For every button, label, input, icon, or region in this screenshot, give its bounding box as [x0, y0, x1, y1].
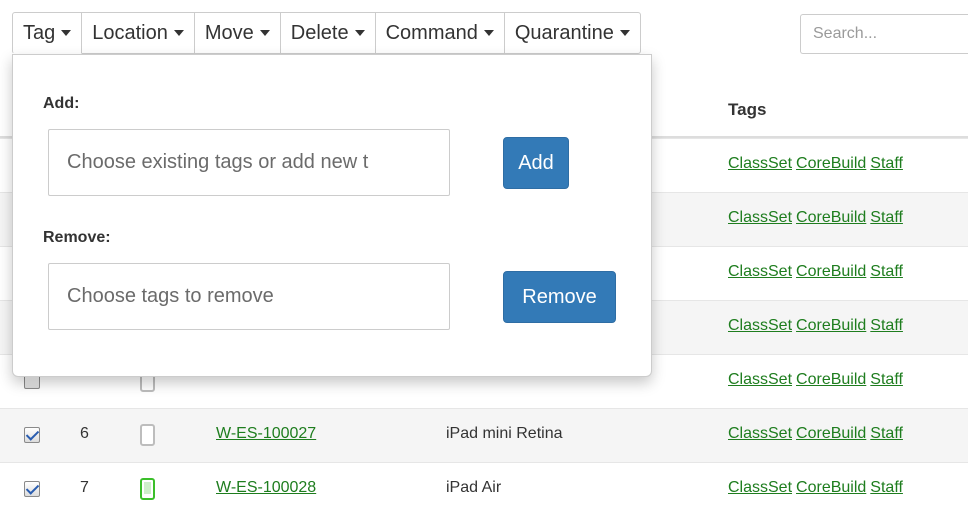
row-tags: ClassSet CoreBuild Staff: [728, 155, 907, 173]
tag-link[interactable]: ClassSet: [728, 155, 792, 172]
device-model: iPad mini Retina: [446, 425, 563, 442]
caret-down-icon: [61, 30, 72, 36]
row-tags: ClassSet CoreBuild Staff: [728, 479, 907, 497]
command-dropdown-label: Command: [385, 21, 478, 44]
move-dropdown-label: Move: [204, 21, 254, 44]
row-number: 6: [80, 425, 89, 442]
tag-link[interactable]: CoreBuild: [796, 263, 866, 280]
location-dropdown-label: Location: [92, 21, 168, 44]
tag-link[interactable]: ClassSet: [728, 371, 792, 388]
table-row: 6 W-ES-100027 iPad mini Retina ClassSet C…: [0, 408, 968, 462]
tag-link[interactable]: ClassSet: [728, 209, 792, 226]
tag-link[interactable]: Staff: [870, 371, 903, 388]
table-row: 7 W-ES-100028 iPad Air ClassSet CoreBuild…: [0, 462, 968, 516]
caret-down-icon: [483, 30, 494, 36]
caret-down-icon: [173, 30, 184, 36]
caret-down-icon: [619, 30, 630, 36]
location-dropdown-button[interactable]: Location: [82, 12, 195, 54]
command-dropdown-button[interactable]: Command: [375, 12, 505, 54]
tag-link[interactable]: CoreBuild: [796, 371, 866, 388]
tag-link[interactable]: Staff: [870, 263, 903, 280]
remove-button[interactable]: Remove: [503, 271, 616, 323]
add-tags-input[interactable]: [48, 129, 450, 196]
tablet-online-icon: [140, 478, 155, 500]
row-checkbox[interactable]: [24, 481, 40, 497]
delete-dropdown-label: Delete: [290, 21, 349, 44]
quarantine-dropdown-label: Quarantine: [514, 21, 614, 44]
tag-link[interactable]: Staff: [870, 425, 903, 442]
row-number: 7: [80, 479, 89, 496]
search-input[interactable]: [800, 14, 968, 54]
caret-down-icon: [259, 30, 270, 36]
tag-link[interactable]: Staff: [870, 317, 903, 334]
delete-dropdown-button[interactable]: Delete: [280, 12, 376, 54]
row-tags: ClassSet CoreBuild Staff: [728, 263, 907, 281]
tag-link[interactable]: ClassSet: [728, 425, 792, 442]
row-checkbox[interactable]: [24, 427, 40, 443]
tag-link[interactable]: CoreBuild: [796, 209, 866, 226]
quarantine-dropdown-button[interactable]: Quarantine: [504, 12, 641, 54]
tag-link[interactable]: Staff: [870, 155, 903, 172]
device-model: iPad Air: [446, 479, 502, 496]
row-tags: ClassSet CoreBuild Staff: [728, 371, 907, 389]
tag-dropdown-label: Tag: [23, 21, 56, 44]
tag-link[interactable]: CoreBuild: [796, 155, 866, 172]
tag-link[interactable]: Staff: [870, 209, 903, 226]
tags-column-header: Tags: [728, 100, 767, 119]
row-tags: ClassSet CoreBuild Staff: [728, 425, 907, 443]
tag-link[interactable]: ClassSet: [728, 317, 792, 334]
tag-link[interactable]: CoreBuild: [796, 317, 866, 334]
remove-label: Remove:: [43, 229, 111, 246]
tag-link[interactable]: ClassSet: [728, 263, 792, 280]
bulk-action-toolbar: Tag Location Move Delete Command Quarant…: [12, 12, 641, 54]
tag-link[interactable]: CoreBuild: [796, 425, 866, 442]
asset-tag-link[interactable]: W-ES-100027: [216, 425, 316, 443]
row-tags: ClassSet CoreBuild Staff: [728, 209, 907, 227]
add-button[interactable]: Add: [503, 137, 569, 189]
tag-dropdown-button[interactable]: Tag: [12, 12, 83, 54]
asset-tag-link[interactable]: W-ES-100028: [216, 479, 316, 497]
remove-tags-input[interactable]: [48, 263, 450, 330]
tag-popover: Add: Add Remove: Remove: [12, 54, 652, 377]
row-tags: ClassSet CoreBuild Staff: [728, 317, 907, 335]
caret-down-icon: [354, 30, 365, 36]
tablet-icon: [140, 424, 155, 446]
add-label: Add:: [43, 95, 80, 112]
move-dropdown-button[interactable]: Move: [194, 12, 281, 54]
